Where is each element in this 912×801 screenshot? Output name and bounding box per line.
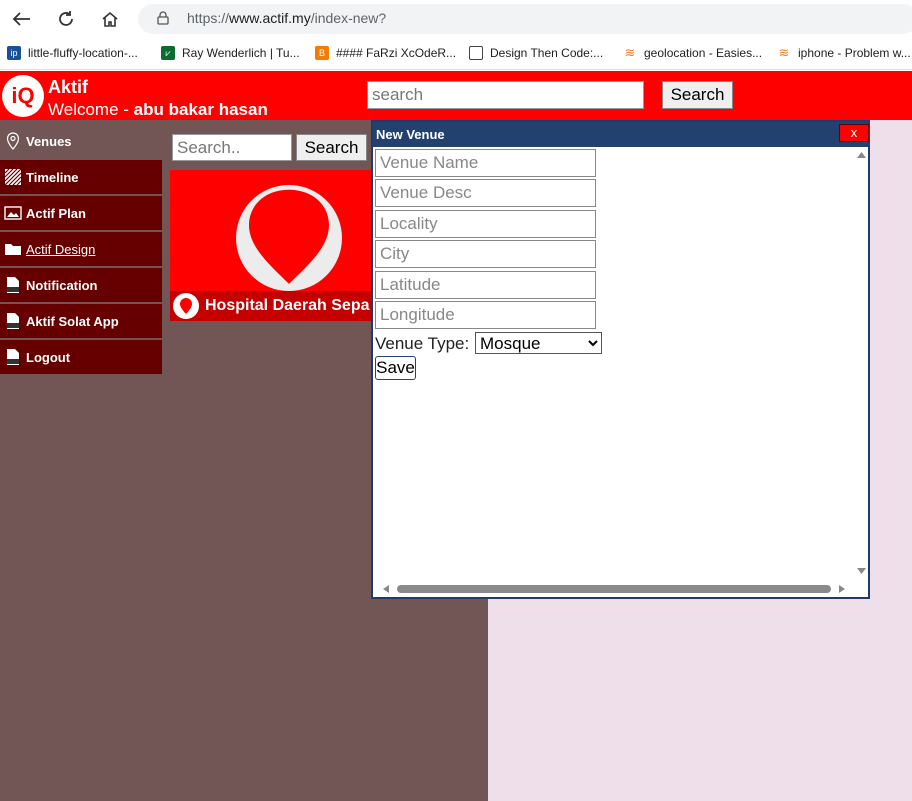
- locality-input[interactable]: [375, 210, 596, 238]
- scrollbar-thumb[interactable]: [397, 585, 831, 593]
- sidebar-item-label: Logout: [26, 349, 71, 365]
- sidebar-item-label: Venues: [26, 133, 72, 149]
- stackoverflow-icon: ≋: [778, 45, 790, 60]
- venue-desc-input[interactable]: [375, 179, 596, 207]
- venue-type-select[interactable]: Mosque: [475, 332, 602, 354]
- sidebar-item-label: Aktif Solat App: [26, 313, 119, 329]
- blogger-icon: B: [315, 46, 329, 60]
- bookmark-item[interactable]: B #### FaRzi XcOdeR...: [315, 46, 456, 60]
- home-icon[interactable]: [98, 8, 122, 30]
- page-icon: [469, 46, 483, 60]
- location-pin-icon: [173, 293, 199, 319]
- bookmarks-bar: ip little-fluffy-location-... ⩗ Ray Wender…: [0, 38, 912, 70]
- bookmark-item[interactable]: ≋ iphone - Problem w...: [777, 45, 911, 60]
- app-title: Aktif: [48, 77, 88, 97]
- venue-search-input[interactable]: [172, 134, 292, 161]
- sidebar-item-actif-design[interactable]: Actif Design: [0, 232, 162, 266]
- venue-title: Hospital Daerah Sepa: [205, 297, 370, 314]
- bookmark-item[interactable]: ⩗ Ray Wenderlich | Tu...: [161, 46, 300, 60]
- bookmark-item[interactable]: Design Then Code:...: [469, 46, 603, 60]
- user-name: abu bakar hasan: [133, 100, 268, 119]
- location-pin-icon: [3, 131, 23, 151]
- hatched-square-icon: [3, 167, 23, 187]
- folder-icon: [3, 239, 23, 259]
- venue-name-input[interactable]: [375, 149, 596, 177]
- save-button[interactable]: Save: [375, 356, 416, 380]
- header-search-button[interactable]: Search: [662, 81, 733, 109]
- sidebar-item-label: Notification: [26, 277, 98, 293]
- bookmark-item[interactable]: ≋ geolocation - Easies...: [623, 45, 763, 60]
- reload-icon[interactable]: [54, 8, 78, 30]
- sidebar-item-notification[interactable]: Notification: [0, 268, 162, 302]
- welcome-text: Welcome - abu bakar hasan: [48, 100, 268, 119]
- txt-file-icon: [3, 311, 23, 331]
- sidebar-item-label: Actif Plan: [26, 205, 86, 221]
- ip-icon: ip: [7, 46, 21, 60]
- txt-file-icon: [3, 347, 23, 367]
- app-header: iQ Aktif Welcome - abu bakar hasan Searc…: [0, 71, 912, 120]
- sidebar-item-timeline[interactable]: Timeline: [0, 160, 162, 194]
- txt-file-icon: [3, 275, 23, 295]
- venue-type-label: Venue Type:: [375, 334, 470, 353]
- new-venue-dialog: New Venue x Venue Type: Mosque Save: [371, 120, 870, 599]
- horizontal-scrollbar[interactable]: [375, 581, 853, 595]
- close-button[interactable]: x: [839, 124, 869, 142]
- back-arrow-icon[interactable]: [9, 8, 33, 30]
- location-pin-icon: [236, 185, 342, 291]
- sidebar-item-label: Timeline: [26, 169, 79, 185]
- rw-icon: ⩗: [161, 46, 175, 60]
- lock-icon[interactable]: [157, 11, 169, 25]
- url-text[interactable]: https://www.actif.my/index-new?: [187, 10, 386, 26]
- venue-search-button[interactable]: Search: [296, 134, 367, 161]
- app-logo: iQ: [2, 75, 44, 117]
- sidebar-item-label: Actif Design: [26, 241, 96, 257]
- header-search-input[interactable]: [367, 81, 644, 109]
- sidebar-item-aktif-solat-app[interactable]: Aktif Solat App: [0, 304, 162, 338]
- venue-card[interactable]: Hospital Daerah Sepa: [170, 170, 375, 321]
- sidebar-item-venues[interactable]: Venues: [0, 124, 162, 158]
- image-icon: [3, 203, 23, 223]
- latitude-input[interactable]: [375, 271, 596, 299]
- bookmark-item[interactable]: ip little-fluffy-location-...: [7, 46, 138, 60]
- vertical-scrollbar[interactable]: [855, 149, 868, 579]
- sidebar: Venues Timeline Actif Plan Actif Design …: [0, 124, 162, 376]
- city-input[interactable]: [375, 240, 596, 268]
- dialog-title: New Venue: [373, 122, 868, 147]
- sidebar-item-actif-plan[interactable]: Actif Plan: [0, 196, 162, 230]
- browser-toolbar: https://www.actif.my/index-new?: [0, 0, 912, 38]
- longitude-input[interactable]: [375, 301, 596, 329]
- venue-caption: Hospital Daerah Sepa: [170, 291, 375, 321]
- sidebar-item-logout[interactable]: Logout: [0, 340, 162, 374]
- stackoverflow-icon: ≋: [624, 45, 636, 60]
